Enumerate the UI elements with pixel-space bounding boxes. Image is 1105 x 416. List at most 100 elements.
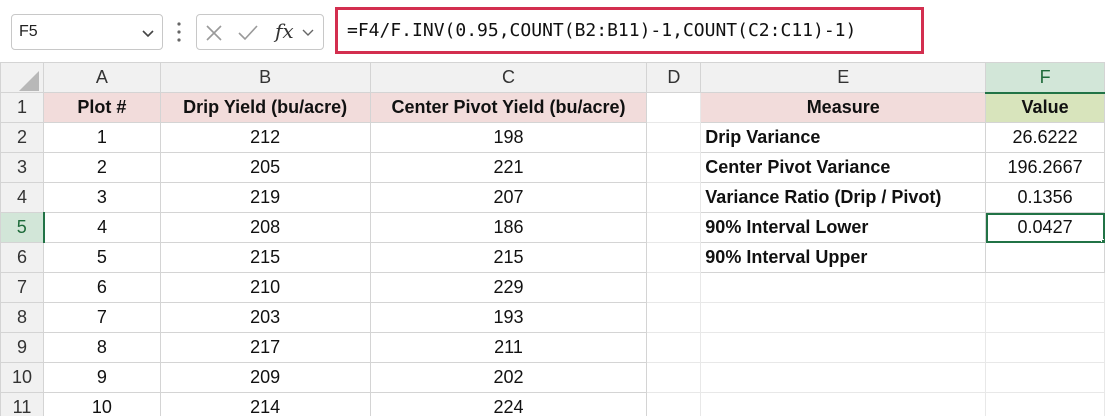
cell[interactable]: 196.2667 [985,152,1105,183]
cell[interactable] [646,332,702,363]
cell[interactable]: 8 [43,332,161,363]
cell[interactable]: 202 [369,362,648,393]
cell[interactable] [646,152,702,183]
cell[interactable] [646,122,702,153]
header-drip-yield[interactable]: Drip Yield (bu/acre) [159,92,371,123]
column-header-b[interactable]: B [159,62,371,93]
table-row: 2 1 212 198 Drip Variance 26.6222 [0,122,1105,153]
formula-bar-area: F5 fx =F4/F.INV(0.95,COUNT(B2:B11)-1,COU… [0,0,1105,62]
cell[interactable] [700,362,987,393]
cell[interactable]: 3 [43,182,161,213]
cell[interactable]: 207 [369,182,648,213]
cell[interactable] [646,272,702,303]
cell[interactable]: 215 [159,242,371,273]
column-header-e[interactable]: E [700,62,987,93]
cell[interactable]: 221 [369,152,648,183]
cell[interactable] [646,92,702,123]
cell[interactable] [646,362,702,393]
cell[interactable] [985,272,1105,303]
cell[interactable]: 205 [159,152,371,183]
cell[interactable] [985,362,1105,393]
cell[interactable] [646,242,702,273]
cell[interactable]: 212 [159,122,371,153]
cell[interactable]: 5 [43,242,161,273]
cell[interactable]: 209 [159,362,371,393]
cell[interactable]: Center Pivot Variance [700,152,987,183]
row-header[interactable]: 3 [0,152,44,183]
cell[interactable]: 9 [43,362,161,393]
insert-function-icon[interactable]: fx [275,19,294,43]
cell[interactable]: 10 [43,392,161,416]
vertical-dots-icon [177,22,181,42]
cell[interactable]: Variance Ratio (Drip / Pivot) [700,182,987,213]
cell[interactable] [700,302,987,333]
cell[interactable]: 186 [369,212,648,243]
cell[interactable]: 210 [159,272,371,303]
header-measure[interactable]: Measure [700,92,987,123]
column-header-d[interactable]: D [646,62,702,93]
cell[interactable]: Drip Variance [700,122,987,153]
table-row: 7 6 210 229 [0,272,1105,303]
chevron-down-icon[interactable] [140,25,156,41]
cell[interactable]: 215 [369,242,648,273]
fill-handle[interactable] [1101,239,1104,242]
cell[interactable]: 208 [159,212,371,243]
cell[interactable] [700,332,987,363]
cell[interactable] [985,242,1105,273]
cell[interactable]: 1 [43,122,161,153]
cell[interactable] [646,212,702,243]
cell[interactable] [700,392,987,416]
cell[interactable]: 203 [159,302,371,333]
row-header[interactable]: 6 [0,242,44,273]
spreadsheet-grid: A B C D E F 1 Plot # Drip Yield (bu/acre… [0,62,1105,416]
cell[interactable] [985,302,1105,333]
column-header-c[interactable]: C [369,62,648,93]
formula-text: =F4/F.INV(0.95,COUNT(B2:B11)-1,COUNT(C2:… [347,20,857,41]
cell[interactable] [646,182,702,213]
cell[interactable]: 90% Interval Upper [700,242,987,273]
cell[interactable]: 26.6222 [985,122,1105,153]
row-header[interactable]: 10 [0,362,44,393]
cell[interactable] [646,392,702,416]
cell[interactable] [985,332,1105,363]
table-row: 4 3 219 207 Variance Ratio (Drip / Pivot… [0,182,1105,213]
cell[interactable]: 0.1356 [985,182,1105,213]
cell[interactable]: 198 [369,122,648,153]
column-header-a[interactable]: A [43,62,161,93]
formula-input[interactable]: =F4/F.INV(0.95,COUNT(B2:B11)-1,COUNT(C2:… [335,7,924,54]
cell[interactable]: 217 [159,332,371,363]
select-all-corner[interactable] [0,62,44,93]
cell[interactable]: 214 [159,392,371,416]
chevron-down-icon[interactable] [301,25,315,39]
cell[interactable] [985,392,1105,416]
cell[interactable]: 7 [43,302,161,333]
active-cell[interactable]: 0.0427 [985,212,1105,243]
row-header[interactable]: 9 [0,332,44,363]
cancel-icon[interactable] [205,24,223,42]
name-box[interactable]: F5 [11,14,163,50]
cell[interactable]: 2 [43,152,161,183]
header-pivot-yield[interactable]: Center Pivot Yield (bu/acre) [369,92,648,123]
row-header[interactable]: 4 [0,182,44,213]
cell[interactable] [700,272,987,303]
cell[interactable]: 6 [43,272,161,303]
row-header[interactable]: 1 [0,92,44,123]
row-header[interactable]: 11 [0,392,44,416]
row-header[interactable]: 8 [0,302,44,333]
column-header-f[interactable]: F [985,62,1105,94]
header-value[interactable]: Value [985,92,1105,123]
table-row: 6 5 215 215 90% Interval Upper [0,242,1105,273]
cell[interactable]: 229 [369,272,648,303]
cell[interactable]: 90% Interval Lower [700,212,987,243]
row-header[interactable]: 2 [0,122,44,153]
header-plot[interactable]: Plot # [43,92,161,123]
enter-check-icon[interactable] [237,24,259,42]
cell[interactable]: 211 [369,332,648,363]
row-header[interactable]: 7 [0,272,44,303]
cell[interactable]: 219 [159,182,371,213]
cell[interactable] [646,302,702,333]
row-header[interactable]: 5 [0,212,45,243]
cell[interactable]: 4 [43,212,161,243]
cell[interactable]: 224 [369,392,648,416]
cell[interactable]: 193 [369,302,648,333]
